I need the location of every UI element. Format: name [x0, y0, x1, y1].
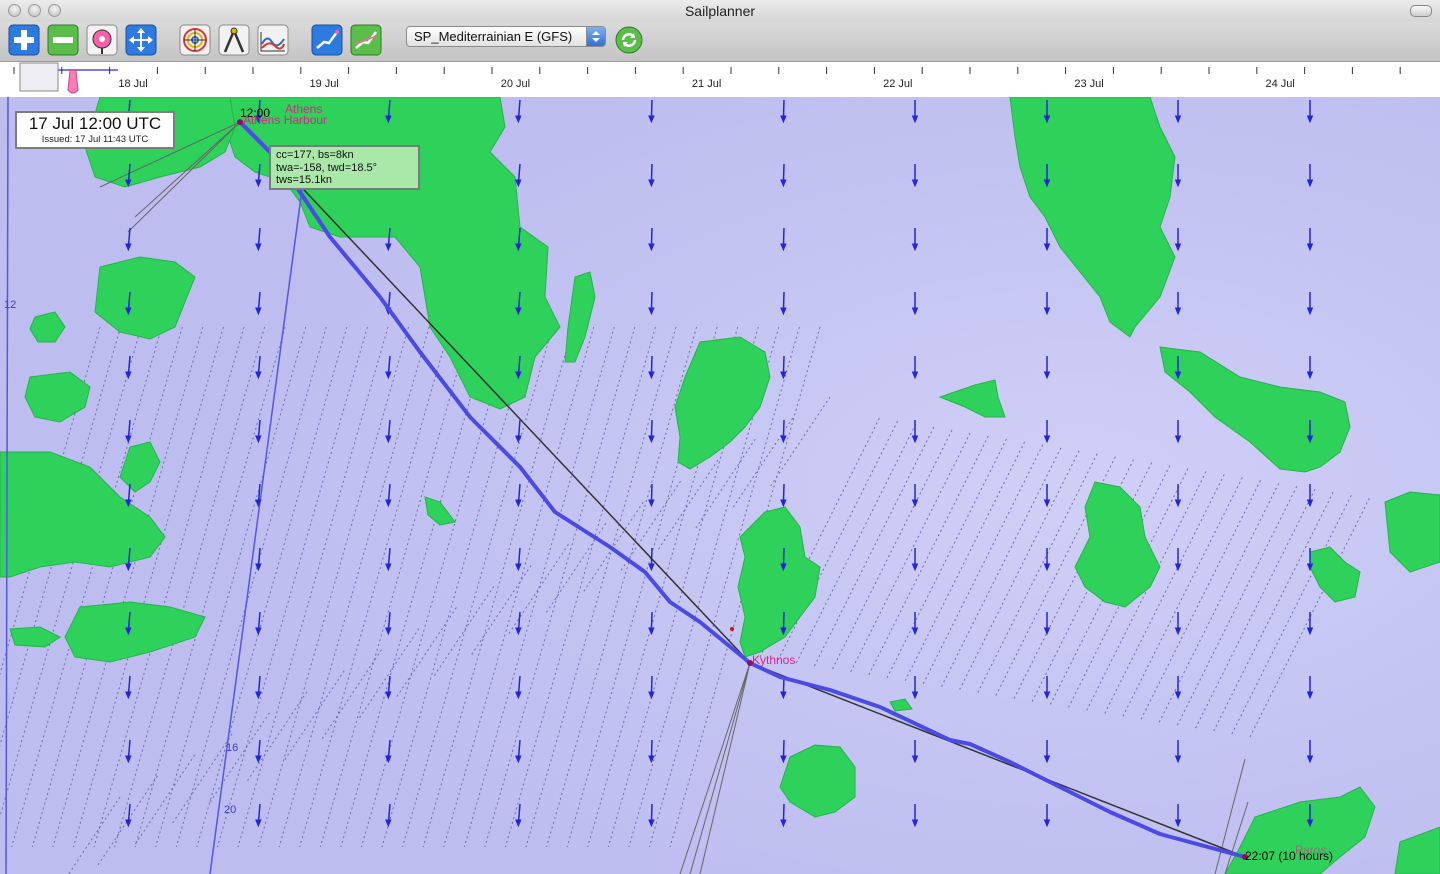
forecast-info-box: 17 Jul 12:00 UTC Issued: 17 Jul 11:43 UT…	[15, 111, 175, 149]
pan-button[interactable]	[125, 24, 157, 56]
timeline-day-label: 23 Jul	[1074, 78, 1104, 90]
graph-icon	[257, 24, 289, 56]
forecast-issued: Issued: 17 Jul 11:43 UTC	[41, 134, 149, 145]
zoom-out-button[interactable]	[47, 24, 79, 56]
popup-wind-angle: twa=-158, twd=18.5°	[276, 161, 378, 174]
weather-model-value: SP_Mediterrainian E (GFS)	[414, 29, 573, 44]
arrival-time-label: 22:07 (10 hours)	[1245, 849, 1334, 863]
zoom-in-button[interactable]	[8, 24, 40, 56]
plus-icon	[8, 24, 40, 56]
timeline-day-label: 18 Jul	[118, 78, 148, 90]
window-title: Sailplanner	[684, 3, 756, 19]
waypoint-label: Kythnos	[752, 653, 796, 667]
optimize-route-button[interactable]	[350, 24, 382, 56]
timeline-day-label: 20 Jul	[500, 78, 531, 90]
title-bar: Sailplanner	[0, 0, 1440, 23]
isobar-label: 20	[224, 804, 237, 816]
toolbar-toggle-button[interactable]	[1410, 5, 1432, 17]
time-slider-handle[interactable]	[67, 69, 79, 94]
sea	[0, 97, 1440, 874]
optimize-icon	[350, 24, 382, 56]
popup-wind-speed: tws=15.1kn	[276, 174, 332, 186]
timeline-day-label: 21 Jul	[691, 78, 722, 90]
weather-model-select[interactable]: SP_Mediterrainian E (GFS)	[406, 26, 606, 47]
popup-course: cc=177, bs=8kn	[276, 149, 354, 161]
route-button[interactable]	[311, 24, 343, 56]
refresh-button[interactable]	[614, 25, 644, 55]
route-map[interactable]: 17 Jul 12:00 UTC Issued: 17 Jul 11:43 UT…	[0, 97, 1440, 874]
timeline-day-label: 19 Jul	[309, 78, 339, 90]
refresh-icon	[615, 26, 643, 54]
location-pin-icon	[86, 24, 118, 56]
move-arrows-icon	[125, 24, 157, 56]
minus-icon	[47, 24, 79, 56]
timeline[interactable]: 18 Jul 19 Jul 20 Jul 21 Jul 22 Jul 23 Jul 24 J…	[0, 62, 1440, 98]
compass-button[interactable]	[218, 24, 250, 56]
toolbar: SP_Mediterrainian E (GFS)	[0, 22, 1440, 62]
isobar-label: 12	[4, 299, 17, 311]
graph-button[interactable]	[257, 24, 289, 56]
forecast-time: 17 Jul 12:00 UTC	[28, 114, 162, 133]
dividers-icon	[218, 24, 250, 56]
chevron-updown-icon	[586, 27, 605, 46]
start-harbour-label: Athens Harbour	[243, 113, 328, 127]
polar-diagram-button[interactable]	[179, 24, 211, 56]
route-info-popup: cc=177, bs=8kn twa=-158, twd=18.5° tws=1…	[269, 145, 420, 190]
route-icon	[311, 24, 343, 56]
isobar-label: 16	[226, 742, 239, 754]
timeline-day-label: 22 Jul	[883, 78, 913, 90]
timeline-day-label: 24 Jul	[1265, 78, 1295, 90]
timeline-window[interactable]	[19, 62, 59, 92]
set-waypoint-button[interactable]	[86, 24, 118, 56]
red-dot-marker	[730, 627, 734, 631]
polar-icon	[179, 24, 211, 56]
